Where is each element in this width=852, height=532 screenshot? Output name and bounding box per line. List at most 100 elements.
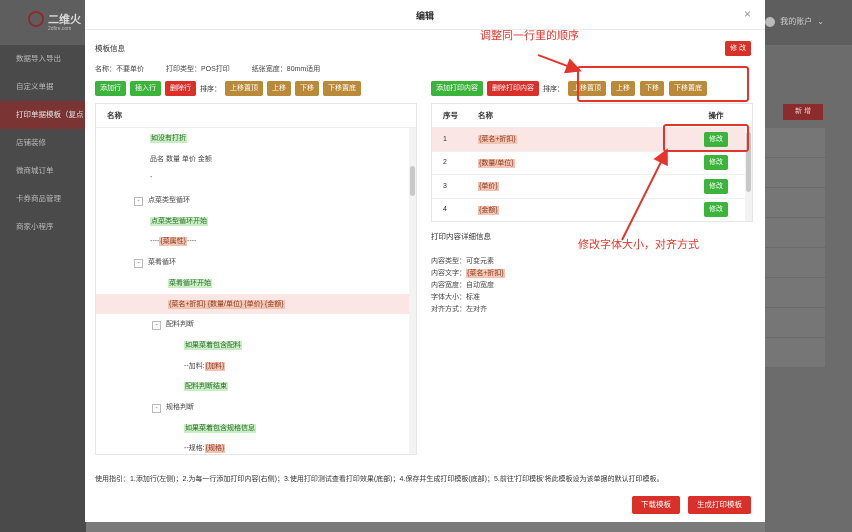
row-move-up-button[interactable]: 上移 xyxy=(267,81,291,96)
collapse-toggle-icon[interactable]: - xyxy=(134,259,143,269)
background-table xyxy=(765,128,825,368)
template-info: 名称：不要单价 打印类型：POS打印 纸张宽度：80mm适用 xyxy=(95,64,320,74)
logo[interactable]: 二维火 2dfire.com xyxy=(28,9,88,37)
account-menu[interactable]: 我的账户 ⌄ xyxy=(765,16,824,27)
tree-row[interactable]: --加料:{加料} xyxy=(96,356,416,377)
tree-row[interactable]: ----{菜属性}---- xyxy=(96,231,416,252)
tree-item-label: {菜名+折扣} {数量/单位} {单价} {金额} xyxy=(168,299,285,309)
tree-row[interactable]: - 点菜类型循环 xyxy=(96,190,416,211)
row-no: 4 xyxy=(443,206,447,214)
tree-item: - 配料判断 xyxy=(152,319,194,331)
table-row[interactable]: 2 {数量/单位} 修改 xyxy=(432,152,752,175)
detail-list: 内容类型：可变元素 内容文字：{菜名+折扣} 内容宽度：自动宽度 字体大小：标准… xyxy=(431,256,505,316)
tree-item-label: --加料:{加料} xyxy=(184,361,226,371)
collapse-toggle-icon[interactable]: - xyxy=(152,403,161,413)
usage-guide: 使用指引：1.添加行(左侧)；2.为每一行添加打印内容(右侧)；3.使用打印测试… xyxy=(95,476,664,483)
sort-label: 排序： xyxy=(200,85,221,93)
tree-row[interactable]: - 配料判断 xyxy=(96,314,416,335)
col-op: 操作 xyxy=(708,111,724,120)
tree-row[interactable]: --规格:{规格} xyxy=(96,438,416,454)
row-edit-button[interactable]: 修改 xyxy=(704,178,728,194)
sidebar-item-mall-orders[interactable]: 微商城订单 xyxy=(0,157,86,185)
row-no: 1 xyxy=(443,135,447,143)
tree-item-label: 菜肴循环开始 xyxy=(168,278,212,288)
tree-row[interactable]: 菜肴循环开始 xyxy=(96,273,416,294)
content-text-tag: {菜名+折扣} xyxy=(466,269,505,278)
tree-row[interactable]: 点菜类型循环开始 xyxy=(96,211,416,232)
footer-buttons: 下载模板 生成打印模板 xyxy=(632,496,751,514)
row-move-top-button[interactable]: 上移置顶 xyxy=(225,81,263,96)
sidebar-item-custom-doc[interactable]: 自定义单据 xyxy=(0,73,86,101)
tree-row[interactable]: 配料判断结束 xyxy=(96,376,416,397)
sidebar-item-mini-program[interactable]: 商家小程序 xyxy=(0,213,86,241)
tree-item: 菜肴循环开始 xyxy=(168,278,212,288)
detail-content-width: 内容宽度：自动宽度 xyxy=(431,282,494,289)
tree-header: 名称 xyxy=(96,104,416,128)
tree-item-label: 菜肴循环 xyxy=(148,259,176,267)
tree-row[interactable]: 如果菜着包含规格信息 xyxy=(96,418,416,439)
tree-row[interactable]: {菜名+折扣} {数量/单位} {单价} {金额} xyxy=(96,293,416,315)
detail-content-type: 内容类型：可变元素 xyxy=(431,258,494,265)
collapse-toggle-icon[interactable]: - xyxy=(152,321,161,331)
table-row[interactable]: 4 {金额} 修改 xyxy=(432,199,752,222)
col-no: 序号 xyxy=(443,111,458,120)
tree-row[interactable]: - 规格判断 xyxy=(96,397,416,418)
sidebar-item-print-template[interactable]: 打印单据模板（复点 xyxy=(0,101,86,129)
detail-title: 打印内容详细信息 xyxy=(431,232,491,241)
row-no: 2 xyxy=(443,159,447,167)
logo-sub: 2dfire.com xyxy=(48,26,72,32)
tree-row[interactable]: 如没有打折 xyxy=(96,128,416,149)
row-move-down-button[interactable]: 下移 xyxy=(295,81,319,96)
tree-row[interactable]: - 菜肴循环 xyxy=(96,252,416,273)
tree-item-label: --规格:{规格} xyxy=(184,444,226,454)
edit-template-button[interactable]: 修 改 xyxy=(725,41,751,56)
tree-item: ----{菜属性}---- xyxy=(150,236,196,247)
sidebar-item-coupon-goods[interactable]: 卡券商品管理 xyxy=(0,185,86,213)
tree-item-label: 品名 数量 单价 金额 xyxy=(150,155,212,163)
chevron-down-icon: ⌄ xyxy=(817,17,824,26)
logo-icon xyxy=(28,11,44,27)
tree-item-label: - xyxy=(150,174,153,182)
delete-row-button[interactable]: 删除行 xyxy=(165,81,196,96)
paper-width: 纸张宽度：80mm适用 xyxy=(251,66,321,73)
tree-row[interactable]: 品名 数量 单价 金额 xyxy=(96,149,416,170)
modal-header: 编辑 × xyxy=(85,0,765,30)
row-edit-button[interactable]: 修改 xyxy=(704,202,728,218)
tree-item: - 菜肴循环 xyxy=(134,257,176,269)
insert-row-button[interactable]: 插入行 xyxy=(130,81,161,96)
sidebar-item-data-import[interactable]: 数据导入导出 xyxy=(0,45,86,73)
row-tree-panel: 名称 如没有打折 品名 数量 单价 金额 - - 点菜类型循环 点菜类型循环开始 ----{… xyxy=(95,103,417,455)
add-row-button[interactable]: 添加行 xyxy=(95,81,126,96)
close-icon[interactable]: × xyxy=(744,7,751,21)
tree-row[interactable]: - xyxy=(96,169,416,190)
download-template-button[interactable]: 下载模板 xyxy=(632,496,680,514)
row-edit-button[interactable]: 修改 xyxy=(704,155,728,171)
tree-item-label: 配料判断 xyxy=(166,321,194,329)
row-no: 3 xyxy=(443,182,447,190)
row-name: {金额} xyxy=(478,205,499,215)
tree-item: --规格:{规格} xyxy=(184,443,226,454)
tree-item: - 点菜类型循环 xyxy=(134,195,190,207)
content-sort-label: 排序： xyxy=(543,85,564,93)
tree-item-label: 如果菜着包含规格信息 xyxy=(184,423,256,433)
tree-item-label: 配料判断结束 xyxy=(184,382,228,392)
generate-template-button[interactable]: 生成打印模板 xyxy=(688,496,751,514)
annotation-reorder: 调整同一行里的顺序 xyxy=(480,30,579,42)
tree-row[interactable]: 如果菜着包含配料 xyxy=(96,335,416,356)
table-row[interactable]: 3 {单价} 修改 xyxy=(432,175,752,199)
tree-scrollbar[interactable] xyxy=(409,128,416,454)
sidebar-item-shop-decor[interactable]: 店铺装修 xyxy=(0,129,86,157)
collapse-toggle-icon[interactable]: - xyxy=(134,197,143,207)
row-move-bottom-button[interactable]: 下移置底 xyxy=(323,81,361,96)
account-label: 我的账户 xyxy=(780,17,813,26)
delete-print-content-button[interactable]: 删除打印内容 xyxy=(487,81,539,96)
new-button[interactable]: 新 增 xyxy=(783,104,823,120)
annotation-font-align: 修改字体大小，对齐方式 xyxy=(578,239,699,251)
tree-scroll-thumb[interactable] xyxy=(410,166,415,196)
logo-name: 二维火 xyxy=(48,14,81,26)
annotation-box-edit xyxy=(663,124,749,152)
modal-title: 编辑 xyxy=(415,11,434,21)
detail-content-text: 内容文字：{菜名+折扣} xyxy=(431,269,505,278)
row-name: {菜名+折扣} xyxy=(478,135,517,145)
add-print-content-button[interactable]: 添加打印内容 xyxy=(431,81,483,96)
